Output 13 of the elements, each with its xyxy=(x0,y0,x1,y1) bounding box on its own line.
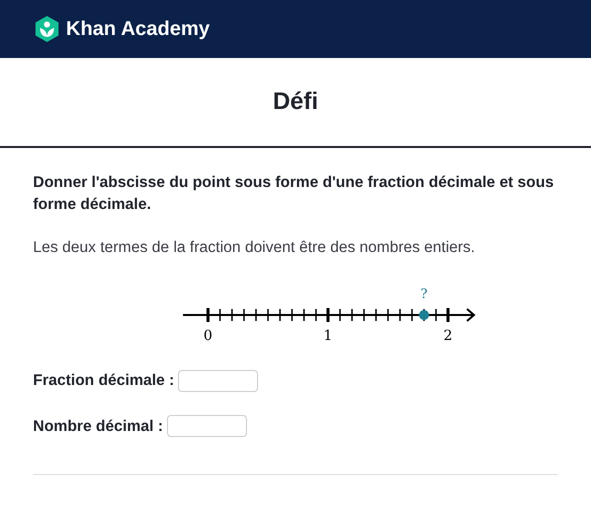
page-title: Défi xyxy=(272,87,318,117)
logo-icon xyxy=(34,15,60,43)
instruction-text: Donner l'abscisse du point sous forme d'une fraction décimale et sous forme décimale. xyxy=(33,173,555,215)
field-label: Fraction décimale : xyxy=(33,371,174,392)
field-label: Nombre décimal : xyxy=(33,416,164,436)
brand-name[interactable]: Khan Academy xyxy=(66,14,210,44)
answer-field[interactable] xyxy=(178,370,258,392)
tick-label: 1 xyxy=(324,328,332,344)
tick-label: 0 xyxy=(204,328,212,344)
answer-field[interactable] xyxy=(167,415,248,438)
point-label: ? xyxy=(420,287,428,302)
note-text: Les deux termes de la fraction doivent être des nombres entiers. xyxy=(33,238,476,258)
tick-label: 2 xyxy=(444,328,452,344)
